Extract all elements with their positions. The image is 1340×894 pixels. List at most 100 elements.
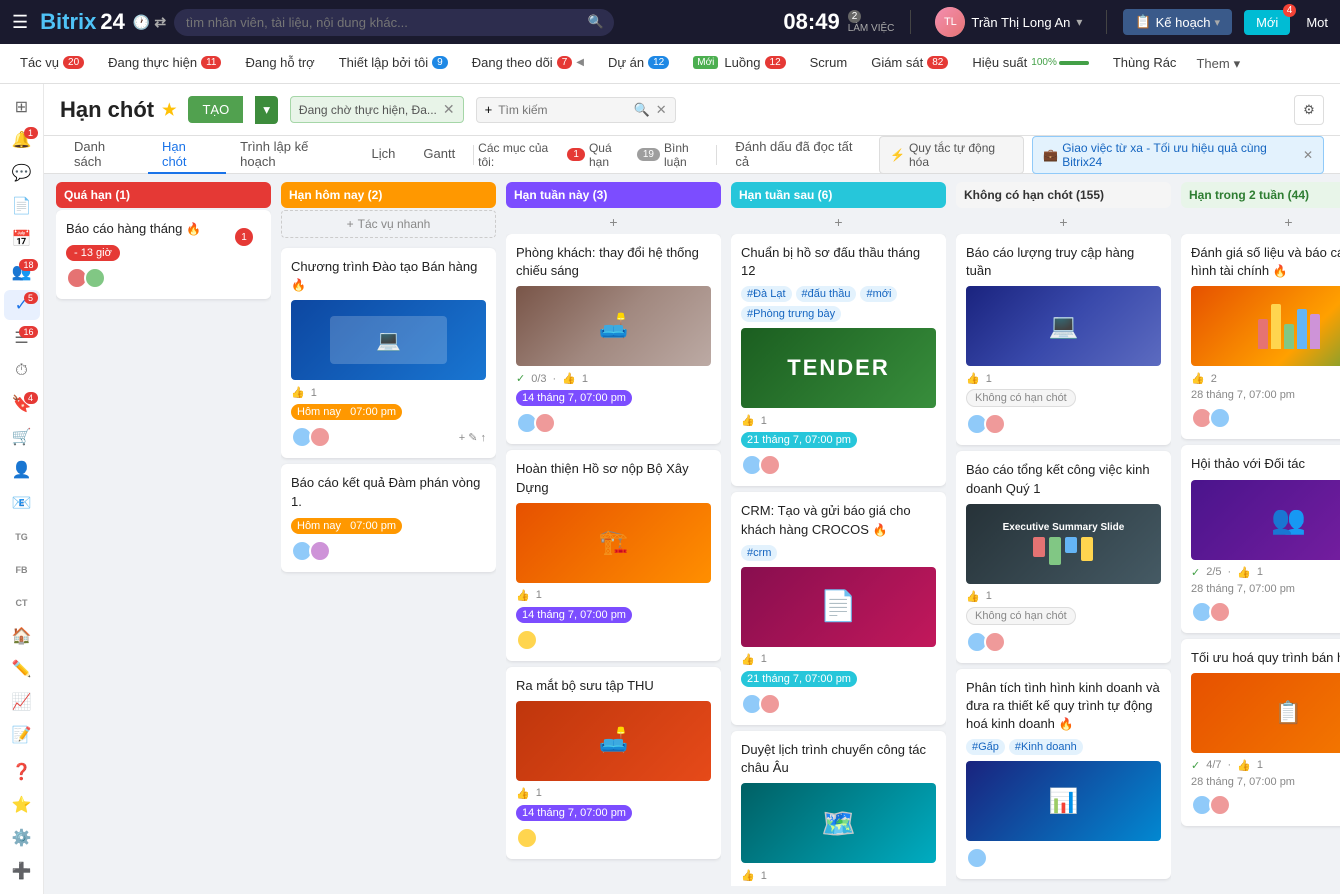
tab-setup[interactable]: Thiết lập bởi tôi 9 <box>327 44 460 84</box>
comments-label: Bình luận <box>664 141 712 169</box>
subtab-deadline[interactable]: Hạn chót <box>148 136 226 174</box>
mark-read-btn[interactable]: Đánh dấu đã đọc tất cả <box>721 136 879 174</box>
tab-following[interactable]: Đang theo dõi 7 ◀ <box>460 44 596 84</box>
card-danh-gia[interactable]: Đánh giá số liệu và báo cáo tình hình tà… <box>1181 234 1340 439</box>
sidebar-item-tasks[interactable]: ✓ 5 <box>4 290 40 319</box>
card-chuan-bi[interactable]: Chuẩn bị hồ sơ đấu thầu tháng 12 #Đà Lạt… <box>731 234 946 486</box>
card-hoi-thao[interactable]: Hội thảo với Đối tác 👥 ✓ 2/5 · 👍 1 28 th… <box>1181 445 1340 632</box>
main-layout: ⊞ 🔔 1 💬 📄 📅 👥 18 ✓ 5 ☰ 16 ⏱ <box>0 84 1340 894</box>
plan-button[interactable]: 📋 Kế hoạch ▾ <box>1123 9 1232 35</box>
sidebar-item-mail[interactable]: 📧 <box>4 489 40 518</box>
favorite-star[interactable]: ★ <box>162 100 176 120</box>
tab-more[interactable]: Them ▾ <box>1188 56 1248 72</box>
card-tong-ket[interactable]: Báo cáo tổng kết công việc kinh doanh Qu… <box>956 451 1171 662</box>
tab-scrum[interactable]: Scrum <box>798 44 860 84</box>
card-hoi-thao-title: Hội thảo với Đối tác <box>1191 455 1340 473</box>
card-danh-gia-deadline: 28 tháng 7, 07:00 pm <box>1191 389 1340 401</box>
tab-monitor[interactable]: Giám sát 82 <box>859 44 960 84</box>
remote-work-btn[interactable]: 💼 Giao việc từ xa - Tối ưu hiệu quả cùng… <box>1032 136 1324 174</box>
sidebar-item-analytics[interactable]: 📈 <box>4 687 40 716</box>
timer-icon: ⏱ <box>15 362 27 380</box>
sidebar-item-bookmark[interactable]: 🔖 4 <box>4 390 40 419</box>
card-avatars <box>1191 407 1231 429</box>
subtab-gantt[interactable]: Gantt <box>409 136 469 174</box>
card-bao-cao-luong[interactable]: Báo cáo lượng truy cập hàng tuần 💻 👍 1 K… <box>956 234 1171 445</box>
card-danh-gia-image <box>1191 286 1340 366</box>
sidebar-item-settings[interactable]: ⚙️ <box>4 824 40 853</box>
card-phong-khach[interactable]: Phòng khách: thay đổi hệ thống chiếu sán… <box>506 234 721 444</box>
sidebar-item-list[interactable]: ☰ 16 <box>4 324 40 353</box>
search-input[interactable] <box>174 9 614 36</box>
card-crm[interactable]: CRM: Tạo và gửi báo giá cho khách hàng C… <box>731 492 946 724</box>
sidebar-item-users[interactable]: 👥 18 <box>4 257 40 286</box>
filter-search-box[interactable]: + 🔍 ✕ <box>476 97 676 123</box>
page-header: Hạn chót ★ TẠO ▾ Đang chờ thực hiện, Đa.… <box>44 84 1340 136</box>
sidebar-item-cart[interactable]: 🛒 <box>4 423 40 452</box>
card-crm-deadline: 21 tháng 7, 07:00 pm <box>741 671 857 687</box>
col-nodeadline-title: Không có hạn chót (155) <box>964 188 1104 202</box>
col-nextweek-add[interactable]: + <box>731 210 946 234</box>
sidebar-item-star[interactable]: ⭐ <box>4 791 40 820</box>
sidebar-item-add[interactable]: ➕ <box>4 857 40 886</box>
tab-stream[interactable]: Mới Luồng 12 <box>681 44 797 84</box>
sidebar-item-help[interactable]: ❓ <box>4 758 40 787</box>
sidebar-item-ct[interactable]: CT <box>4 588 40 617</box>
sidebar-item-crm[interactable]: 👤 <box>4 456 40 485</box>
tab-supporting[interactable]: Đang hỗ trợ <box>233 44 326 84</box>
tab-in-progress[interactable]: Đang thực hiện 11 <box>96 44 233 84</box>
menu-icon[interactable]: ☰ <box>8 8 32 37</box>
card-ra-mat-title: Ra mắt bộ sưu tập THU <box>516 677 711 695</box>
col-nodeadline-add[interactable]: + <box>956 210 1171 234</box>
overdue-badge[interactable]: 1 <box>567 148 585 161</box>
tab-task[interactable]: Tác vụ 20 <box>8 44 96 84</box>
tab-performance[interactable]: Hiệu suất 100% <box>960 44 1101 84</box>
sidebar-item-tg[interactable]: TG <box>4 522 40 551</box>
col-today: Hạn hôm nay (2) + Tác vụ nhanh Chương tr… <box>281 182 496 886</box>
card-hoan-thien-deadline: 14 tháng 7, 07:00 pm <box>516 607 632 623</box>
card-footer <box>516 827 711 849</box>
new-label: Mới <box>1256 15 1278 30</box>
global-search[interactable]: 🔍 <box>174 9 614 36</box>
sidebar-item-bell[interactable]: 🔔 1 <box>4 125 40 154</box>
create-dropdown[interactable]: ▾ <box>255 96 278 124</box>
subtab-list[interactable]: Danh sách <box>60 136 148 174</box>
remote-work-close[interactable]: ✕ <box>1303 148 1313 162</box>
card-phan-tich[interactable]: Phân tích tình hình kinh doanh và đưa ra… <box>956 669 1171 880</box>
quick-add-today[interactable]: + Tác vụ nhanh <box>281 210 496 238</box>
card-duyet-lich[interactable]: Duyệt lịch trình chuyến công tác châu Âu… <box>731 731 946 886</box>
help-icon: ❓ <box>12 762 32 782</box>
sidebar-item-timer[interactable]: ⏱ <box>4 357 40 386</box>
sidebar-item-edit[interactable]: ✏️ <box>4 654 40 683</box>
filter-remove-icon[interactable]: ✕ <box>443 101 455 118</box>
create-button[interactable]: TẠO <box>188 96 243 123</box>
user-menu[interactable]: TL Trần Thị Long An ▾ <box>927 7 1090 37</box>
card-dam-phan[interactable]: Báo cáo kết quả Đàm phán vòng 1. Hôm nay… <box>281 464 496 571</box>
tab-trash[interactable]: Thùng Rác <box>1101 44 1189 84</box>
subtab-calendar[interactable]: Lịch <box>358 136 410 174</box>
auto-rules-btn[interactable]: ⚡ Quy tắc tự động hóa <box>879 136 1024 174</box>
col-thisweek-add[interactable]: + <box>506 210 721 234</box>
card-hoan-thien[interactable]: Hoàn thiện Hồ sơ nộp Bộ Xây Dựng 🏗️ 👍 1 … <box>506 450 721 660</box>
sidebar-item-docs[interactable]: 📄 <box>4 191 40 220</box>
tab-project[interactable]: Dự án 12 <box>596 44 681 84</box>
filter-search-x[interactable]: ✕ <box>656 102 667 118</box>
sidebar-item-calendar[interactable]: 📅 <box>4 224 40 253</box>
tasks-badge: 5 <box>24 292 38 304</box>
sidebar-item-notes[interactable]: 📝 <box>4 720 40 749</box>
new-button[interactable]: Mới 4 <box>1244 10 1290 35</box>
sidebar-item-home[interactable]: 🏠 <box>4 621 40 650</box>
col-twoweeks-add[interactable]: + <box>1181 210 1340 234</box>
card-ra-mat[interactable]: Ra mắt bộ sưu tập THU 🛋️ 👍 1 14 tháng 7,… <box>506 667 721 859</box>
sidebar-item-chat[interactable]: 💬 <box>4 158 40 187</box>
top-right-label[interactable]: Mot <box>1302 15 1332 30</box>
subtab-planner[interactable]: Trình lập kế hoạch <box>226 136 357 174</box>
card-dao-tao[interactable]: Chương trình Đào tạo Bán hàng 🔥 💻 👍 1 Hô… <box>281 248 496 458</box>
filter-settings-icon[interactable]: ⚙ <box>1294 95 1324 125</box>
card-toi-uu[interactable]: Tối ưu hoá quy trình bán hàng 📋 ✓ 4/7 · … <box>1181 639 1340 826</box>
card-footer <box>1191 407 1340 429</box>
sidebar-item-fb[interactable]: FB <box>4 555 40 584</box>
filter-search-clear[interactable]: 🔍 <box>634 102 650 118</box>
sidebar-item-grid[interactable]: ⊞ <box>4 92 40 121</box>
card-bao-cao-thang[interactable]: Báo cáo hàng tháng 🔥 1 - 13 giờ <box>56 210 271 299</box>
filter-search-input[interactable] <box>498 103 627 117</box>
